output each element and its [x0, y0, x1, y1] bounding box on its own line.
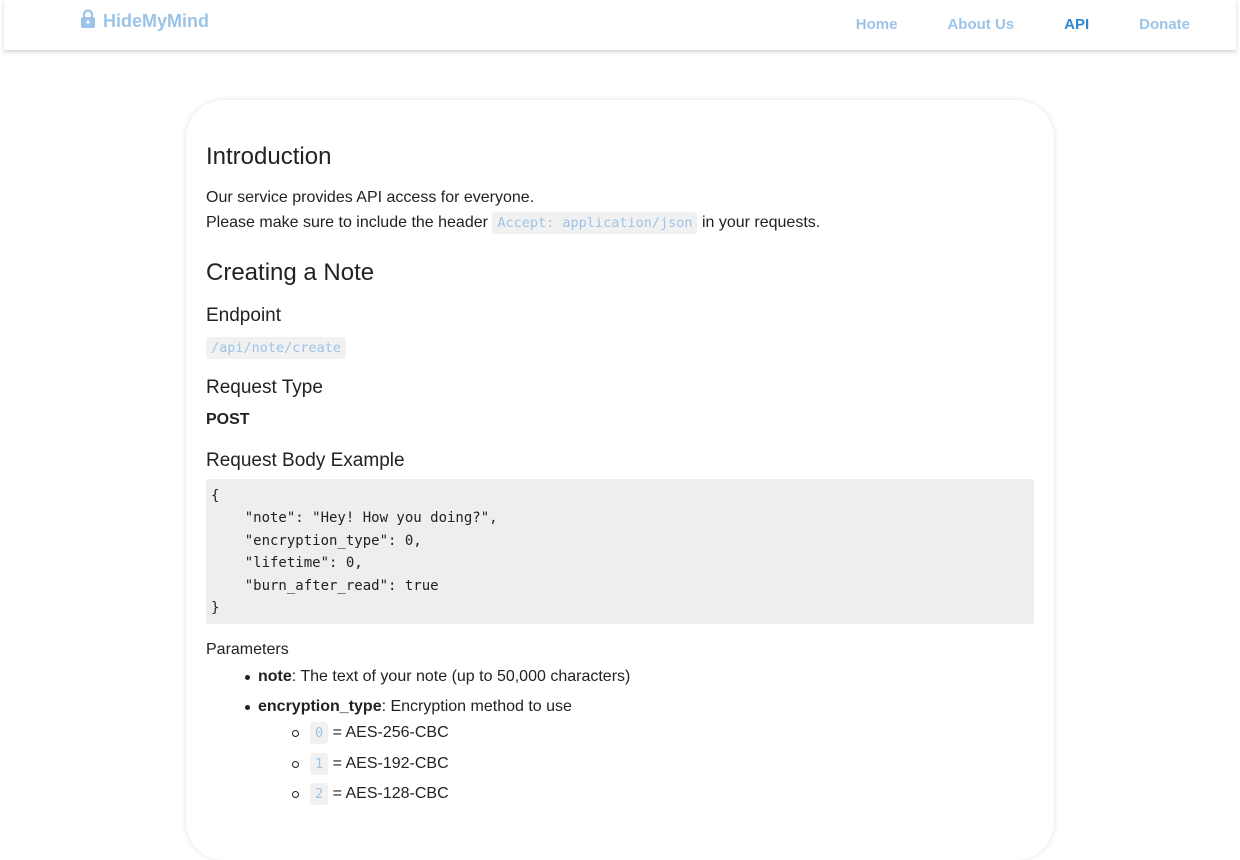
brand-name: HideMyMind — [103, 11, 209, 31]
nav-link-donate[interactable]: Donate — [1139, 16, 1190, 33]
creating-note-heading: Creating a Note — [206, 259, 375, 286]
encryption-code: 0 — [310, 722, 329, 744]
endpoint-code: /api/note/create — [206, 337, 347, 359]
header-code: Accept: application/json — [492, 212, 698, 234]
api-docs-card: Introduction Our service provides API ac… — [186, 100, 1054, 860]
request-body-heading: Request Body Example — [206, 450, 405, 471]
nav-link-api[interactable]: API — [1064, 16, 1089, 33]
encryption-code: 2 — [310, 783, 329, 805]
navbar: HideMyMind Home About Us API Donate — [4, 0, 1236, 50]
param-name: encryption_type — [258, 698, 382, 715]
request-body-code: { "note": "Hey! How you doing?", "encryp… — [211, 488, 498, 617]
encryption-option-1: 1 = AES-192-CBC — [292, 753, 449, 775]
request-type-heading: Request Type — [206, 377, 323, 398]
param-desc: : The text of your note (up to 50,000 ch… — [291, 668, 631, 685]
endpoint-line: /api/note/create — [206, 337, 347, 359]
encryption-option-0: 0 = AES-256-CBC — [292, 722, 449, 744]
param-item-note: note: The text of your note (up to 50,00… — [244, 668, 631, 686]
encryption-label: = AES-192-CBC — [332, 755, 449, 772]
request-type-value: POST — [206, 411, 250, 428]
intro-line-2: Please make sure to include the header A… — [206, 212, 821, 234]
intro-line-2-prefix: Please make sure to include the header — [206, 214, 488, 231]
endpoint-heading: Endpoint — [206, 305, 282, 326]
encryption-code: 1 — [310, 753, 329, 775]
param-desc: : Encryption method to use — [381, 698, 572, 715]
lock-icon — [81, 8, 95, 28]
introduction-heading: Introduction — [206, 143, 332, 170]
brand-logo-link[interactable]: HideMyMind — [80, 8, 209, 32]
nav-link-home[interactable]: Home — [856, 16, 898, 33]
encryption-label: = AES-128-CBC — [332, 785, 449, 802]
intro-line-1: Our service provides API access for ever… — [206, 189, 535, 206]
encryption-label: = AES-256-CBC — [332, 724, 449, 741]
param-item-encryption-type: encryption_type: Encryption method to us… — [245, 698, 572, 716]
encryption-option-2: 2 = AES-128-CBC — [292, 783, 449, 805]
param-name: note — [258, 668, 292, 685]
nav-link-about-us[interactable]: About Us — [947, 16, 1014, 33]
nav-links: Home About Us API Donate — [806, 16, 1190, 33]
parameters-label: Parameters — [206, 641, 289, 658]
intro-line-2-suffix: in your requests. — [701, 214, 821, 231]
request-body-code-block: { "note": "Hey! How you doing?", "encryp… — [206, 479, 1034, 624]
